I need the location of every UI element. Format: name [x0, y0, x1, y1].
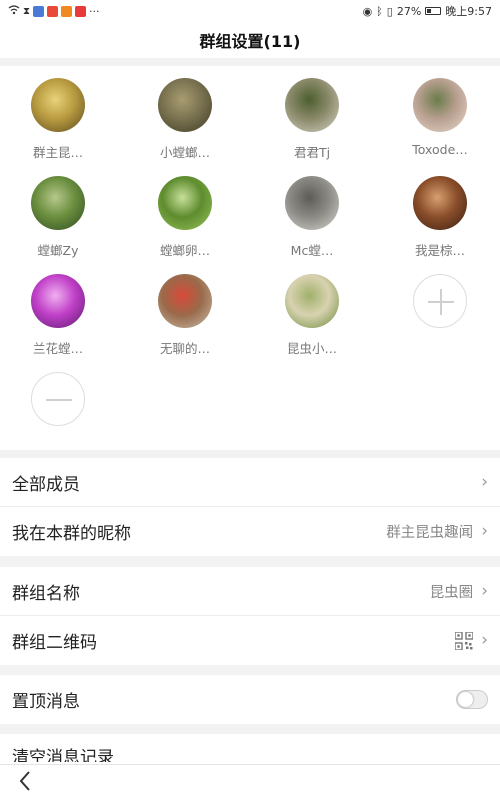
plus-icon	[413, 274, 467, 328]
all-members-row[interactable]: 全部成员 ›	[0, 458, 500, 507]
members-settings-section: 全部成员 › 我在本群的昵称 群主昆虫趣闻 ›	[0, 458, 500, 556]
my-nickname-row[interactable]: 我在本群的昵称 群主昆虫趣闻 ›	[0, 507, 500, 556]
member-name: 我是棕…	[414, 243, 465, 258]
member-item[interactable]: Mc螳…	[262, 176, 362, 259]
member-name: 螳螂卵…	[159, 243, 210, 258]
app-notification-icon	[33, 5, 45, 17]
member-name: 君君Tj	[293, 145, 331, 160]
avatar	[158, 176, 212, 230]
wifi-icon	[8, 4, 20, 18]
remove-member-button[interactable]	[8, 372, 108, 426]
status-icons-left: ⧗ ···	[8, 5, 100, 18]
member-name: 无聊的…	[159, 341, 210, 356]
chevron-right-icon: ›	[481, 471, 488, 492]
chevron-right-icon: ›	[481, 580, 488, 601]
clear-history-label[interactable]: 清空消息记录	[12, 743, 114, 762]
clock: 晚上9:57	[445, 5, 492, 18]
bottom-bar	[0, 764, 500, 800]
vibrate-icon: ▯	[386, 4, 393, 18]
minus-icon	[31, 372, 85, 426]
chevron-right-icon: ›	[481, 521, 488, 541]
app-notification-icon	[75, 5, 87, 17]
avatar	[285, 176, 339, 230]
group-info-section: 群组名称 昆虫圈 › 群组二维码 ›	[0, 567, 500, 665]
pin-message-toggle[interactable]	[456, 690, 488, 709]
member-item[interactable]: Toxode…	[390, 78, 490, 157]
member-item[interactable]: 无聊的…	[135, 274, 235, 357]
all-members-label: 全部成员	[12, 474, 80, 495]
my-nickname-value: 群主昆虫趣闻	[386, 525, 474, 541]
member-name: 小螳螂…	[159, 145, 210, 160]
pin-section: 置顶消息	[0, 675, 500, 724]
member-item[interactable]: 兰花螳…	[8, 274, 108, 357]
group-qr-label: 群组二维码	[12, 633, 97, 653]
bluetooth-icon: ᛒ	[376, 4, 383, 18]
qr-code-icon	[454, 630, 474, 651]
avatar	[31, 176, 85, 230]
member-name: 兰花螳…	[32, 341, 83, 356]
member-item[interactable]: 君君Tj	[262, 78, 362, 161]
eye-icon: ◉	[362, 4, 373, 18]
chevron-right-icon: ›	[481, 630, 488, 650]
add-member-button[interactable]	[390, 274, 490, 328]
avatar	[31, 274, 85, 328]
group-qr-row[interactable]: 群组二维码 ›	[0, 616, 500, 665]
avatar	[158, 78, 212, 132]
battery-percent: 27%	[396, 4, 422, 18]
member-name: 群主昆…	[32, 145, 83, 160]
avatar	[285, 274, 339, 328]
avatar	[413, 78, 467, 132]
pin-message-label: 置顶消息	[12, 692, 80, 712]
pin-message-row: 置顶消息	[0, 675, 500, 724]
member-item[interactable]: 螳螂Zy	[8, 176, 108, 259]
member-item[interactable]: 群主昆…	[8, 78, 108, 161]
member-name: 昆虫小…	[286, 341, 337, 356]
member-item[interactable]: 昆虫小…	[262, 274, 362, 357]
back-arrow-icon[interactable]	[18, 770, 32, 798]
member-item[interactable]: 我是棕…	[390, 176, 490, 259]
member-name: 螳螂Zy	[37, 243, 79, 258]
more-notifications-icon: ···	[89, 4, 100, 18]
clear-history-section: 清空消息记录	[0, 734, 500, 764]
group-name-row[interactable]: 群组名称 昆虫圈 ›	[0, 567, 500, 616]
group-name-label: 群组名称	[12, 583, 80, 604]
status-bar: ⧗ ··· ◉ ᛒ ▯ 27% 晚上9:57	[0, 0, 500, 22]
member-grid: 群主昆… 小螳螂… 君君Tj Toxode… 螳螂Zy 螳螂卵… Mc螳… 我是…	[0, 66, 500, 450]
member-item[interactable]: 螳螂卵…	[135, 176, 235, 259]
toggle-knob	[458, 692, 473, 707]
member-name: Mc螳…	[290, 243, 334, 258]
avatar	[285, 78, 339, 132]
avatar	[158, 274, 212, 328]
hourglass-icon: ⧗	[23, 5, 31, 17]
member-name: Toxode…	[412, 142, 468, 157]
app-notification-icon	[61, 5, 73, 17]
page-title: 群组设置(11)	[199, 32, 301, 51]
title-bar: 群组设置(11)	[0, 22, 500, 58]
battery-icon	[425, 7, 442, 15]
member-item[interactable]: 小螳螂…	[135, 78, 235, 161]
avatar	[413, 176, 467, 230]
group-name-value: 昆虫圈	[429, 584, 474, 601]
app-notification-icon	[47, 5, 59, 17]
avatar	[31, 78, 85, 132]
status-icons-right: ◉ ᛒ ▯ 27% 晚上9:57	[363, 3, 492, 19]
my-nickname-label: 我在本群的昵称	[12, 524, 131, 544]
